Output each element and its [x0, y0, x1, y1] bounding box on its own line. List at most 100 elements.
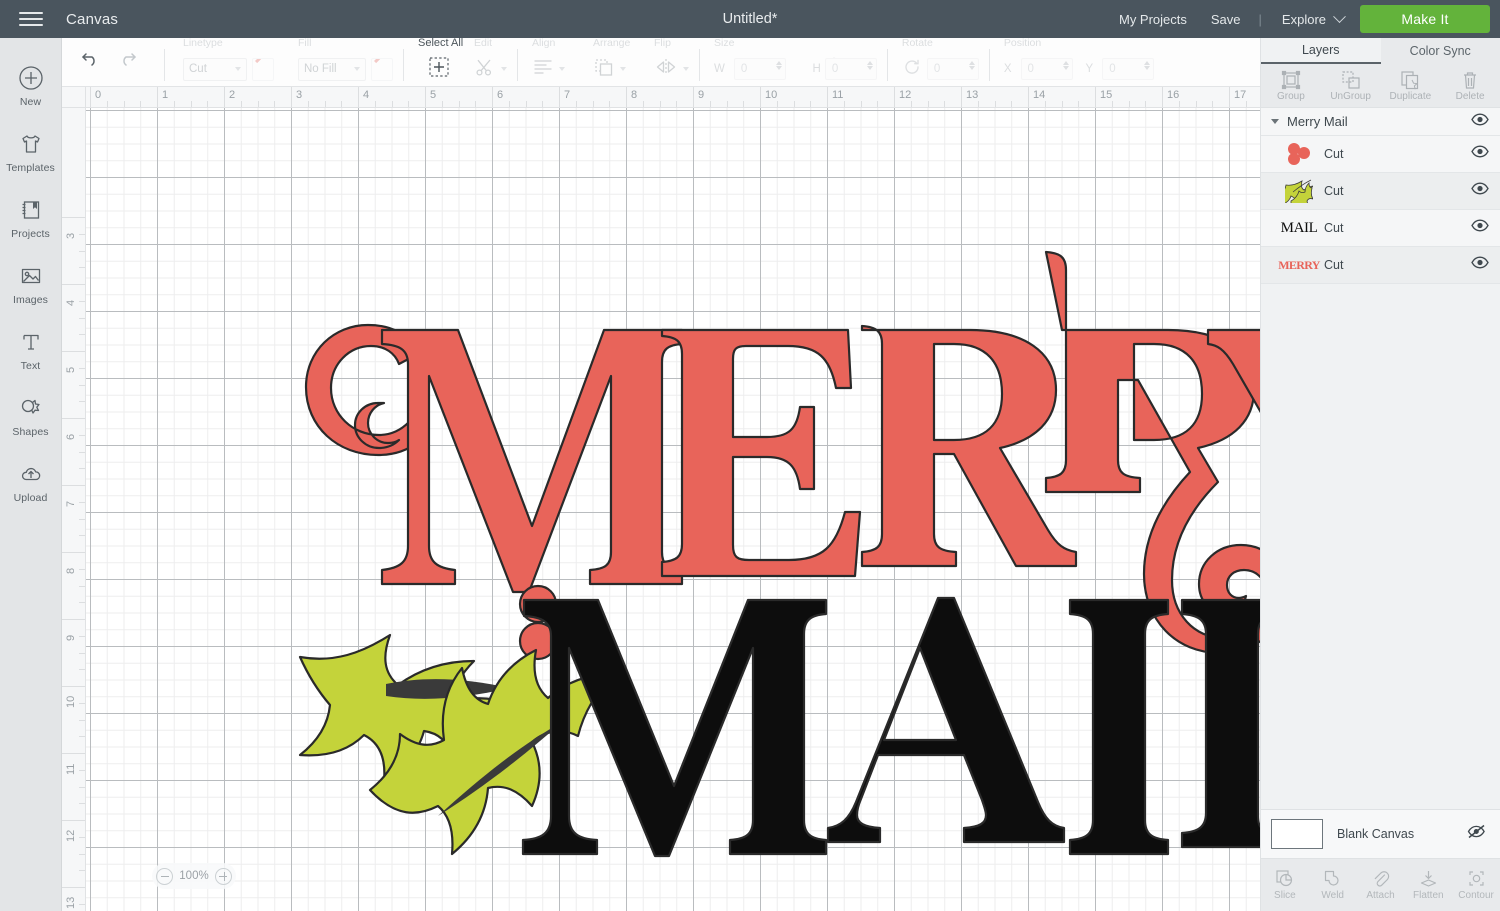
- chevron-down-icon[interactable]: [1271, 119, 1279, 124]
- ruler-tick-minor: [79, 652, 85, 654]
- chevron-down-icon[interactable]: [683, 67, 689, 71]
- contour-label: Contour: [1458, 890, 1494, 901]
- ruler-tick-minor: [609, 101, 611, 107]
- picture-icon: [16, 261, 46, 291]
- ungroup-button[interactable]: UnGroup: [1321, 64, 1381, 107]
- height-stepper[interactable]: [866, 61, 873, 70]
- sidebar-item-shapes[interactable]: Shapes: [0, 382, 62, 448]
- ruler-label: 11: [65, 763, 77, 775]
- tab-layers[interactable]: Layers: [1261, 38, 1381, 64]
- layers-list: Merry Mail Cut Cut MAIL Cut MERRY Cut: [1261, 108, 1500, 809]
- ruler-label: 11: [832, 89, 844, 101]
- rotate-group: Rotate 0: [902, 37, 979, 81]
- layer-row[interactable]: MERRY Cut: [1261, 247, 1500, 284]
- plus-circle-icon[interactable]: [214, 867, 232, 885]
- save-button[interactable]: Save: [1199, 12, 1253, 27]
- flatten-button[interactable]: Flatten: [1404, 869, 1452, 901]
- rotate-icon[interactable]: [902, 57, 922, 82]
- layer-row[interactable]: Cut: [1261, 173, 1500, 210]
- width-stepper[interactable]: [775, 61, 782, 70]
- fill-group: Fill No Fill: [298, 37, 393, 81]
- align-lines-icon[interactable]: [532, 57, 554, 82]
- scissors-icon[interactable]: [474, 56, 496, 83]
- layer-tools: Group UnGroup Duplicate Delete: [1261, 64, 1500, 108]
- ruler-tick-minor: [1044, 101, 1046, 107]
- eye-icon[interactable]: [1471, 113, 1489, 131]
- sidebar-item-templates[interactable]: Templates: [0, 118, 62, 184]
- y-value: 0: [1109, 63, 1116, 75]
- star-shape-icon: [16, 393, 46, 423]
- redo-arrow-icon[interactable]: [116, 47, 138, 72]
- weld-button[interactable]: Weld: [1309, 869, 1357, 901]
- hamburger-icon[interactable]: [0, 0, 62, 38]
- machine-selector[interactable]: Explore: [1268, 9, 1350, 27]
- chevron-down-icon[interactable]: [559, 67, 565, 71]
- chevron-down-icon[interactable]: [501, 67, 507, 71]
- sidebar-item-images[interactable]: Images: [0, 250, 62, 316]
- fill-color-swatch[interactable]: [371, 57, 393, 81]
- rotate-input[interactable]: 0: [926, 58, 979, 80]
- eye-icon[interactable]: [1471, 145, 1489, 163]
- ruler-tick-major: [827, 87, 828, 107]
- sidebar-item-upload[interactable]: Upload: [0, 448, 62, 514]
- marquee-plus-icon[interactable]: [428, 56, 450, 83]
- sidebar-label-images: Images: [12, 293, 49, 306]
- rotate-stepper[interactable]: [968, 61, 975, 70]
- contour-button[interactable]: Contour: [1452, 869, 1500, 901]
- ruler-tick-minor: [79, 870, 85, 872]
- height-input[interactable]: 0: [824, 58, 877, 80]
- edit-caption: Edit: [474, 37, 493, 49]
- eye-off-icon[interactable]: [1467, 824, 1486, 844]
- undo-arrow-icon[interactable]: [80, 47, 102, 72]
- canvas-color-swatch[interactable]: [1271, 819, 1323, 849]
- layer-row[interactable]: MAIL Cut: [1261, 210, 1500, 247]
- ruler-tick-minor: [79, 853, 85, 855]
- ruler-tick-minor: [1111, 101, 1113, 107]
- linetype-color-swatch[interactable]: [252, 57, 274, 81]
- my-projects-link[interactable]: My Projects: [1107, 12, 1199, 27]
- ruler-tick-major: [626, 87, 627, 107]
- ruler-tick-major: [1028, 87, 1029, 107]
- sidebar-item-text[interactable]: Text: [0, 316, 62, 382]
- chevron-down-icon[interactable]: [620, 67, 626, 71]
- eye-icon[interactable]: [1471, 219, 1489, 237]
- ruler-label: 8: [631, 89, 638, 101]
- edit-toolbar: Linetype Cut Fill No Fill Select All Edi…: [62, 37, 1260, 87]
- tab-color-sync[interactable]: Color Sync: [1380, 38, 1500, 64]
- make-it-button[interactable]: Make It: [1360, 5, 1490, 33]
- ruler-tick-minor: [79, 317, 85, 319]
- layer-group-row[interactable]: Merry Mail: [1261, 108, 1500, 136]
- size-group: Size W 0 H 0: [714, 37, 877, 81]
- ruler-tick-minor: [79, 451, 85, 453]
- y-input[interactable]: 0: [1102, 58, 1155, 80]
- ruler-tick-minor: [79, 434, 85, 436]
- weld-label: Weld: [1321, 890, 1344, 901]
- layer-row[interactable]: Cut: [1261, 136, 1500, 173]
- delete-button[interactable]: Delete: [1440, 64, 1500, 107]
- sidebar-item-new[interactable]: New: [0, 52, 62, 118]
- blank-canvas-row[interactable]: Blank Canvas: [1261, 809, 1500, 859]
- x-stepper[interactable]: [1062, 61, 1069, 70]
- duplicate-button[interactable]: Duplicate: [1381, 64, 1441, 107]
- eye-icon[interactable]: [1471, 256, 1489, 274]
- width-input[interactable]: 0: [733, 58, 786, 80]
- zoom-control: 100%: [152, 863, 236, 889]
- y-stepper[interactable]: [1144, 61, 1151, 70]
- design-canvas[interactable]: 3 4 5 6 7 8 9 10 11 12 13 0 1 2 3 4 5 6 7 8 9 10 11 12 13 14 15 16…: [62, 87, 1260, 911]
- slice-button[interactable]: Slice: [1261, 869, 1309, 901]
- ruler-tick-minor: [257, 101, 259, 107]
- fill-dropdown[interactable]: No Fill: [298, 57, 366, 81]
- flip-icon[interactable]: [654, 57, 678, 82]
- stack-icon[interactable]: [593, 57, 615, 82]
- sidebar-item-projects[interactable]: Projects: [0, 184, 62, 250]
- linetype-dropdown[interactable]: Cut: [183, 57, 247, 81]
- ruler-tick-major: [894, 87, 895, 107]
- ruler-tick-minor: [1061, 101, 1063, 107]
- attach-button[interactable]: Attach: [1357, 869, 1405, 901]
- eye-icon[interactable]: [1471, 182, 1489, 200]
- group-label: Group: [1276, 90, 1305, 102]
- ruler-tick-minor: [190, 101, 192, 107]
- x-input[interactable]: 0: [1020, 58, 1073, 80]
- minus-circle-icon[interactable]: [156, 867, 173, 885]
- group-button[interactable]: Group: [1261, 64, 1321, 107]
